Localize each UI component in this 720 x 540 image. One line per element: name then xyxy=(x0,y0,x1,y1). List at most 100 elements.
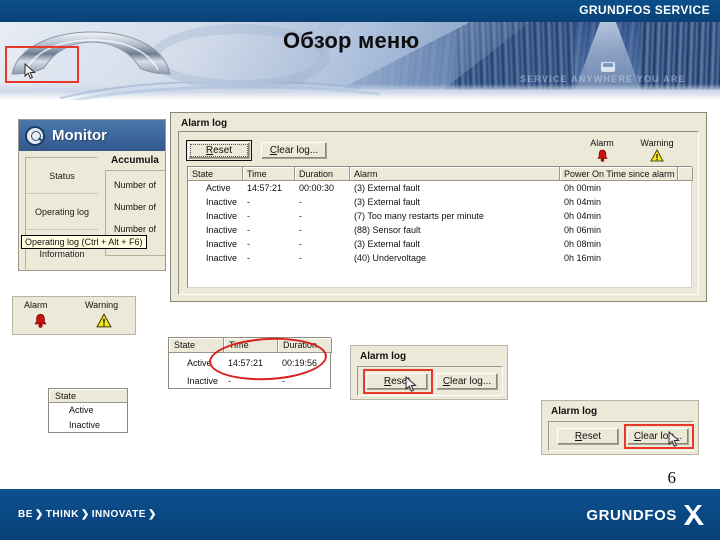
column-header-state[interactable]: State xyxy=(188,167,243,181)
header-decorative-arcs xyxy=(60,82,490,100)
accumulated-row: Number of xyxy=(114,180,157,190)
header-top-bar: GRUNDFOS SERVICE xyxy=(0,0,720,22)
clear-log-button[interactable]: Clear log... xyxy=(436,373,498,390)
cell-duration: - xyxy=(299,197,302,207)
header-tagline: SERVICE ANYWHERE YOU ARE xyxy=(520,74,686,84)
grundfos-logo: GRUNDFOS xyxy=(586,503,706,527)
mouse-cursor-icon xyxy=(405,375,418,398)
cell-duration: - xyxy=(299,211,302,221)
state-row-inactive: Inactive xyxy=(69,420,101,430)
cell-time: - xyxy=(247,197,250,207)
column-header-power-on-time[interactable]: Power On Time since alarm xyxy=(560,167,678,181)
page-footer: BE ❯ THINK ❯ INNOVATE ❯ GRUNDFOS xyxy=(0,489,720,540)
alarm-legend: Alarm xyxy=(579,138,625,167)
brand-label: GRUNDFOS SERVICE xyxy=(579,3,710,17)
cell-state: Inactive xyxy=(206,197,238,207)
alarm-log-group: Reset Clear log... Alarm Warning State T… xyxy=(178,131,699,295)
clear-log-highlight-box xyxy=(624,424,694,449)
state-row-active: Active xyxy=(69,405,94,415)
column-header-alarm[interactable]: Alarm xyxy=(350,167,560,181)
warning-triangle-icon xyxy=(96,313,112,333)
sidebar-item-operating-log[interactable]: Operating log xyxy=(26,194,98,230)
cell-time: - xyxy=(247,225,250,235)
clear-log-button[interactable]: Clear log... xyxy=(261,142,327,159)
mouse-cursor-icon xyxy=(668,430,681,453)
cell-alarm: (88) Sensor fault xyxy=(354,225,421,235)
clear-log-button-label: Clear log... xyxy=(269,145,319,156)
monitor-title-bar: Monitor xyxy=(19,120,165,151)
accumulated-row: Number of xyxy=(114,202,157,212)
page-title: Обзор меню xyxy=(283,28,420,53)
reset-button-label: Reset xyxy=(574,431,602,442)
warning-triangle-icon xyxy=(634,148,680,167)
column-header-duration[interactable]: Duration xyxy=(295,167,350,181)
callout-reset-title: Alarm log xyxy=(360,351,407,362)
cell-power-on: 0h 04min xyxy=(564,211,602,221)
warning-legend-label: Warning xyxy=(640,138,674,148)
table-row[interactable]: Inactive - - (7) Too many restarts per m… xyxy=(188,209,691,223)
slogan-part-be: BE xyxy=(18,509,33,520)
cell-time: - xyxy=(247,211,250,221)
magnifier-icon xyxy=(25,125,45,146)
table-header-row: State Time Duration Alarm Power On Time … xyxy=(188,167,693,181)
table-row[interactable]: Inactive - - (3) External fault 0h 08min xyxy=(188,237,691,251)
cell-power-on: 0h 00min xyxy=(564,183,602,193)
cell-alarm: (3) External fault xyxy=(354,183,421,193)
chevron-icon: ❯ xyxy=(80,509,90,520)
sidebar-item-label: Information xyxy=(39,248,85,259)
reset-button[interactable]: Reset xyxy=(557,428,619,445)
cell-time: - xyxy=(247,253,250,263)
cell-state: Inactive xyxy=(206,225,238,235)
accumulated-heading: Accumula xyxy=(111,155,159,166)
callout-alarm-warning-legend: Alarm Warning xyxy=(12,296,136,335)
cell-time: 14:57:21 xyxy=(247,183,283,193)
callout-alarm-label: Alarm xyxy=(24,300,48,310)
monitor-title-label: Monitor xyxy=(52,127,107,144)
cell-duration: - xyxy=(299,253,302,263)
callout-clear-log-button-group: Alarm log Reset Clear log... xyxy=(541,400,699,455)
reset-button[interactable]: Reset xyxy=(188,142,250,159)
column-header-spacer[interactable] xyxy=(678,167,693,181)
table-row[interactable]: Active 14:57:21 00:00:30 (3) External fa… xyxy=(188,181,691,195)
alarm-log-table[interactable]: State Time Duration Alarm Power On Time … xyxy=(187,166,693,288)
cell-state: Inactive xyxy=(187,376,219,386)
cell-state: Active xyxy=(206,183,231,193)
cell-alarm: (3) External fault xyxy=(354,239,421,249)
table-row[interactable]: Inactive - - (88) Sensor fault 0h 06min xyxy=(188,223,691,237)
monitor-tab-column: Status Operating log Information xyxy=(25,157,98,270)
column-header-time[interactable]: Time xyxy=(243,167,295,181)
table-row[interactable]: Inactive - - (40) Undervoltage 0h 16min xyxy=(188,251,691,265)
reset-highlight-box xyxy=(363,369,433,394)
cell-alarm: (3) External fault xyxy=(354,197,421,207)
cell-alarm: (7) Too many restarts per minute xyxy=(354,211,484,221)
callout-warning-label: Warning xyxy=(85,300,119,310)
mouse-cursor-icon xyxy=(24,62,37,85)
alarm-log-title: Alarm log xyxy=(181,118,228,129)
sidebar-item-label: Operating log xyxy=(34,206,90,217)
cell-alarm: (40) Undervoltage xyxy=(354,253,427,263)
warning-legend: Warning xyxy=(634,138,680,167)
chevron-icon: ❯ xyxy=(147,509,157,520)
clear-log-button-label: Clear log... xyxy=(442,376,492,387)
operating-log-tooltip: Operating log (Ctrl + Alt + F6) xyxy=(21,235,147,249)
footer-slogan: BE ❯ THINK ❯ INNOVATE ❯ xyxy=(18,509,159,520)
header-photo-car xyxy=(601,62,615,71)
cell-time: - xyxy=(247,239,250,249)
sidebar-item-label: Status xyxy=(49,170,75,181)
cell-power-on: 0h 16min xyxy=(564,253,602,263)
callout-clear-title: Alarm log xyxy=(551,406,598,417)
operating-log-highlight-box xyxy=(5,46,79,83)
cell-power-on: 0h 08min xyxy=(564,239,602,249)
alarm-legend-label: Alarm xyxy=(590,138,614,148)
bell-red-icon xyxy=(579,149,625,167)
focus-ring xyxy=(190,144,248,157)
sidebar-item-status[interactable]: Status xyxy=(26,158,98,194)
slogan-part-innovate: INNOVATE xyxy=(91,509,146,520)
table-row[interactable]: Inactive - - (3) External fault 0h 04min xyxy=(188,195,691,209)
slogan-part-think: THINK xyxy=(45,509,79,520)
grundfos-logo-text: GRUNDFOS xyxy=(586,506,677,524)
grundfos-x-icon xyxy=(682,503,706,527)
column-header-state: State xyxy=(49,389,127,403)
cell-duration: - xyxy=(299,239,302,249)
bell-red-icon xyxy=(33,313,48,333)
